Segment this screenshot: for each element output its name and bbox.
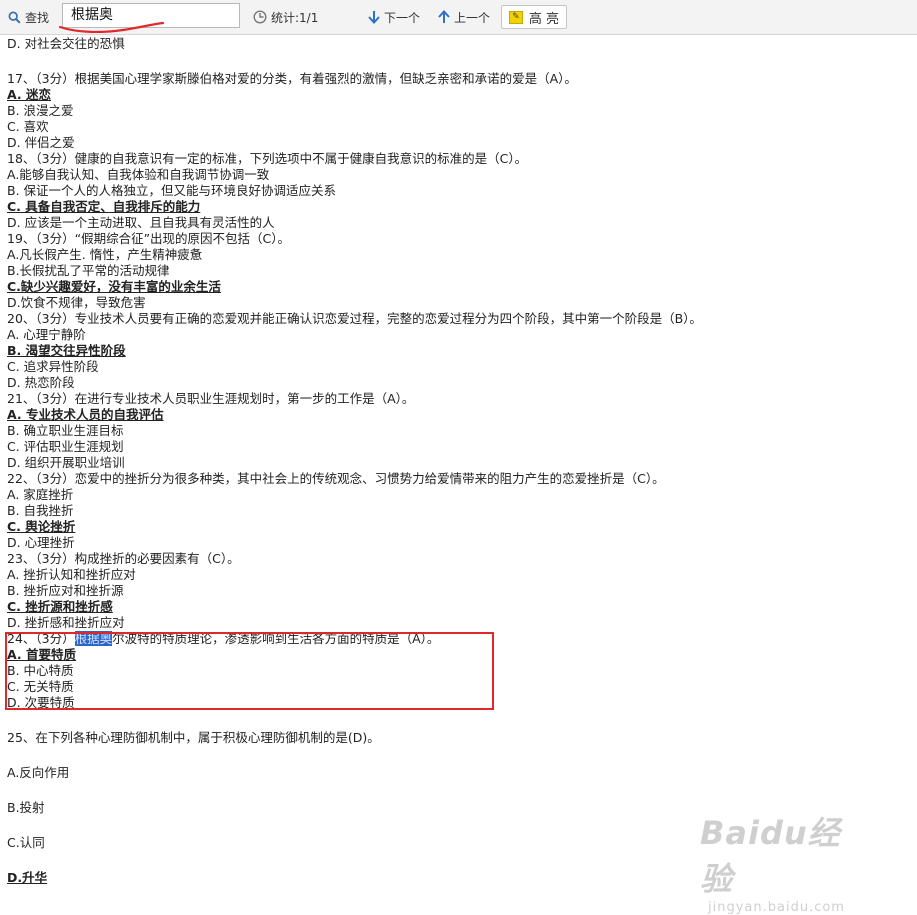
document-line: C.缺少兴趣爱好，没有丰富的业余生活 [7, 279, 221, 294]
document-line: C. 追求异性阶段 [7, 359, 99, 374]
document-line: B. 确立职业生涯目标 [7, 423, 124, 438]
document-line: B. 浪漫之爱 [7, 103, 74, 118]
document-line: A. 专业技术人员的自我评估 [7, 407, 164, 422]
document-line: D. 对社会交往的恐惧 [7, 36, 125, 51]
document-line: B. 挫折应对和挫折源 [7, 583, 124, 598]
stats-label: 统计:1/1 [271, 10, 319, 25]
watermark-url: jingyan.baidu.com [708, 900, 845, 915]
document-line: A. 家庭挫折 [7, 487, 74, 502]
annotation-underline [58, 21, 165, 33]
document-line: A.能够自我认知、自我体验和自我调节协调一致 [7, 167, 270, 182]
document-line: 22、（3分）恋爱中的挫折分为很多种类，其中社会上的传统观念、习惯势力给爱情带来… [7, 471, 665, 486]
statistics-icon [253, 10, 267, 24]
document-line: A. 迷恋 [7, 87, 52, 102]
arrow-up-icon [438, 10, 450, 23]
document-line: 23、（3分）构成挫折的必要因素有（C）。 [7, 551, 240, 566]
document-line: 17、（3分）根据美国心理学家斯滕伯格对爱的分类，有着强烈的激情，但缺乏亲密和承… [7, 71, 577, 86]
baidu-jingyan-watermark: Baidu经验 jingyan.baidu.com [700, 808, 870, 915]
find-toolbar: 查找 根据奥 统计:1/1 下一个 上一个 ✎ 高 亮 [0, 0, 917, 35]
document-line: D. 挫折感和挫折应对 [7, 615, 125, 630]
document-line: D.饮食不规律，导致危害 [7, 295, 146, 310]
document-line: D. 组织开展职业培训 [7, 455, 125, 470]
next-label: 下一个 [384, 10, 421, 25]
find-label: 查找 [25, 10, 50, 25]
document-line: 21、（3分）在进行专业技术人员职业生涯规划时，第一步的工作是（A）。 [7, 391, 415, 406]
document-line: 25、在下列各种心理防御机制中，属于积极心理防御机制的是(D)。 [7, 730, 380, 745]
document-line: 20、（3分）专业技术人员要有正确的恋爱观并能正确认识恋爱过程，完整的恋爱过程分… [7, 311, 702, 326]
document-line: C. 喜欢 [7, 119, 49, 134]
highlighter-icon: ✎ [508, 10, 523, 24]
highlight-button[interactable]: ✎ 高 亮 [501, 5, 567, 29]
find-button[interactable]: 查找 [8, 0, 49, 34]
document-line: A.反向作用 [7, 765, 70, 780]
document-line: A.凡长假产生. 惰性，产生精神疲惫 [7, 247, 203, 262]
document-line: D. 应该是一个主动进取、且自我具有灵活性的人 [7, 215, 275, 230]
watermark-brand: Baidu经验 [700, 814, 841, 898]
document-line: B.长假扰乱了平常的活动规律 [7, 263, 170, 278]
document-line: D. 伴侣之爱 [7, 135, 75, 150]
document-line: C. 评估职业生涯规划 [7, 439, 124, 454]
document-line: C. 舆论挫折 [7, 519, 76, 534]
stats-display: 统计:1/1 [253, 0, 318, 34]
prev-match-button[interactable]: 上一个 [438, 0, 490, 34]
document-content: D. 对社会交往的恐惧 17、（3分）根据美国心理学家斯滕伯格对爱的分类，有着强烈… [7, 36, 912, 905]
highlight-label: 高 亮 [528, 11, 560, 27]
document-line: B. 渴望交往异性阶段 [7, 343, 126, 358]
arrow-down-icon [368, 11, 380, 24]
document-line: D. 心理挫折 [7, 535, 75, 550]
search-icon [8, 11, 21, 24]
document-line: C. 挫折源和挫折感 [7, 599, 113, 614]
document-line: A. 心理宁静阶 [7, 327, 86, 342]
annotation-box [5, 632, 494, 710]
prev-label: 上一个 [454, 10, 491, 25]
document-line: B. 保证一个人的人格独立，但又能与环境良好协调适应关系 [7, 183, 337, 198]
next-match-button[interactable]: 下一个 [368, 0, 420, 34]
document-line: 19、（3分）“假期综合征”出现的原因不包括（C）。 [7, 231, 291, 246]
document-line: A. 挫折认知和挫折应对 [7, 567, 136, 582]
document-line: B. 自我挫折 [7, 503, 74, 518]
document-line: D. 热恋阶段 [7, 375, 75, 390]
document-line: 18、（3分）健康的自我意识有一定的标准，下列选项中不属于健康自我意识的标准的是… [7, 151, 528, 166]
document-line: C. 具备自我否定、自我排斥的能力 [7, 199, 201, 214]
